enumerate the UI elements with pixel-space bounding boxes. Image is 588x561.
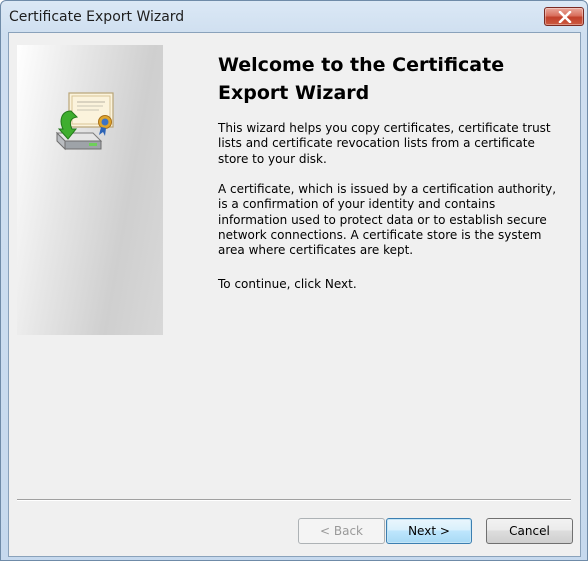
certificate-description-paragraph: A certificate, which is issued by a cert… bbox=[218, 182, 557, 258]
wizard-window: Certificate Export Wizard Welcome to the… bbox=[0, 0, 588, 561]
certificate-export-icon bbox=[55, 92, 114, 151]
back-button[interactable]: < Back bbox=[298, 518, 385, 544]
window-title: Certificate Export Wizard bbox=[9, 9, 185, 25]
wizard-side-panel bbox=[17, 45, 163, 335]
next-button[interactable]: Next > bbox=[386, 518, 472, 544]
continue-instruction: To continue, click Next. bbox=[218, 277, 357, 291]
close-button[interactable] bbox=[544, 7, 584, 26]
button-separator bbox=[17, 499, 571, 501]
title-bar[interactable]: Certificate Export Wizard bbox=[1, 1, 587, 33]
intro-paragraph: This wizard helps you copy certificates,… bbox=[218, 121, 551, 166]
page-title: Welcome to the Certificate Export Wizard bbox=[218, 54, 505, 104]
cancel-button[interactable]: Cancel bbox=[486, 518, 573, 544]
wizard-client-area: Welcome to the Certificate Export Wizard… bbox=[8, 32, 581, 557]
close-icon bbox=[558, 11, 572, 23]
